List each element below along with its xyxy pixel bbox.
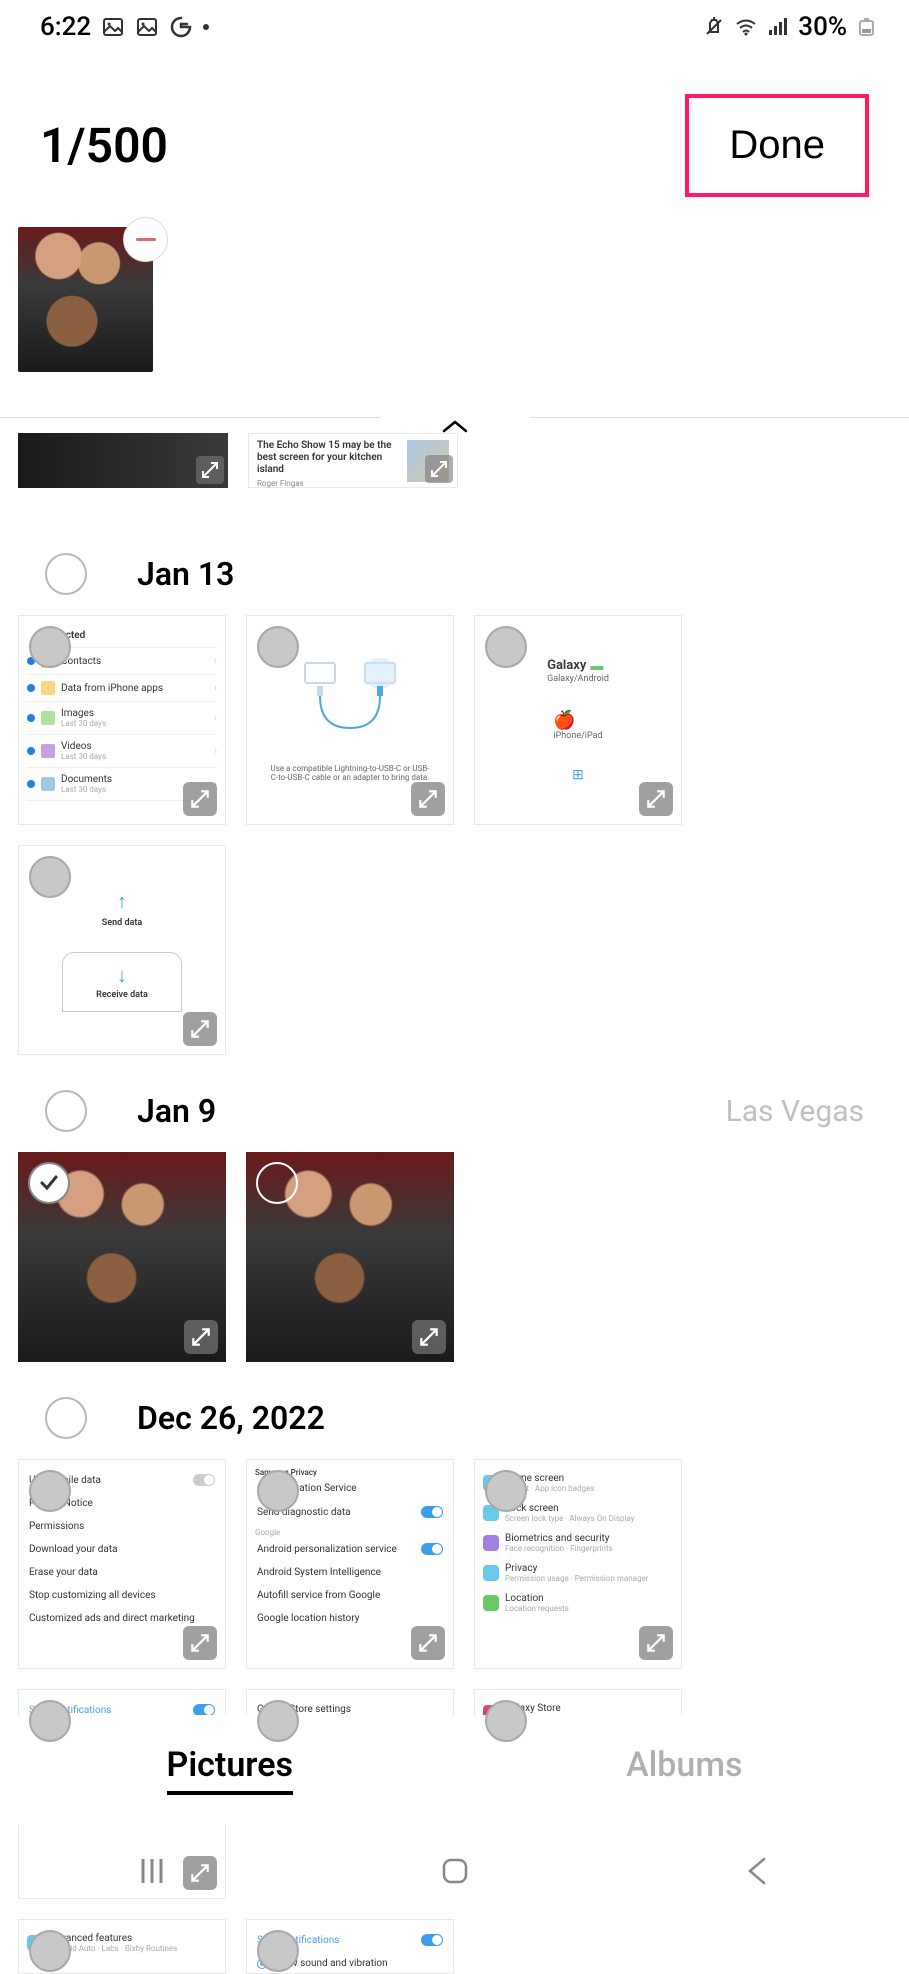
section-header: Dec 26, 2022 (0, 1362, 909, 1459)
cell-check[interactable] (485, 1470, 527, 1512)
grid-cell[interactable] (246, 1152, 454, 1362)
strip-row: The Echo Show 15 may be the best screen … (0, 418, 909, 518)
nav-back[interactable] (740, 1853, 776, 1893)
expand-icon[interactable] (411, 782, 445, 816)
cell-check[interactable] (485, 1700, 527, 1742)
bottom-tabs: Pictures Albums (0, 1715, 909, 1825)
grid-jan13: 5 selected Contacts› Data from iPhone ap… (0, 615, 909, 1055)
expand-icon[interactable] (411, 1626, 445, 1660)
select-all-check[interactable] (45, 553, 87, 595)
cell-check[interactable] (28, 1162, 70, 1204)
nav-bar (0, 1825, 909, 1920)
vibrate-icon (702, 15, 726, 39)
grid-cell[interactable] (18, 1152, 226, 1362)
section-location: Las Vegas (726, 1094, 864, 1129)
cell-check[interactable] (257, 626, 299, 668)
battery-icon (855, 15, 879, 39)
grid-cell[interactable]: Use mobile data Privacy Notice Permissio… (18, 1459, 226, 1669)
nav-recents[interactable] (134, 1853, 170, 1893)
article-author: Roger Fingas (257, 479, 399, 489)
selected-thumb[interactable] (18, 227, 153, 372)
grid-cell[interactable]: 5 selected Contacts› Data from iPhone ap… (18, 615, 226, 825)
grid-cell[interactable]: Advanced featuresAndroid Auto · Labs · B… (18, 1919, 226, 1974)
done-button[interactable]: Done (685, 94, 869, 197)
select-all-check[interactable] (45, 1397, 87, 1439)
cell-check[interactable] (257, 1700, 299, 1742)
expand-icon[interactable] (639, 1626, 673, 1660)
expand-icon[interactable] (183, 1626, 217, 1660)
cell-check[interactable] (257, 1930, 299, 1972)
status-bar: 6:22 30% (0, 0, 909, 54)
cell-check[interactable] (29, 1700, 71, 1742)
expand-icon[interactable] (425, 455, 453, 483)
status-dot (203, 24, 209, 30)
cell-check[interactable] (29, 1930, 71, 1972)
expand-icon[interactable] (639, 782, 673, 816)
grid-cell[interactable]: ↑Send data ↓Receive data (18, 845, 226, 1055)
selected-row (0, 227, 909, 372)
select-all-check[interactable] (45, 1090, 87, 1132)
expand-icon[interactable] (183, 1012, 217, 1046)
section-title: Jan 9 (137, 1092, 216, 1130)
cable-illustration (290, 658, 410, 738)
selection-count: 1/500 (40, 117, 168, 174)
grid-cell[interactable]: Galaxy▬Galaxy/Android 🍎iPhone/iPad ⊞ (474, 615, 682, 825)
header: 1/500 Done (0, 54, 909, 227)
nav-home[interactable] (437, 1853, 473, 1893)
cell-check[interactable] (29, 856, 71, 898)
divider (0, 417, 909, 418)
strip-thumb[interactable]: The Echo Show 15 may be the best screen … (248, 433, 458, 488)
expand-icon[interactable] (183, 782, 217, 816)
cell-check[interactable] (29, 626, 71, 668)
grid-cell[interactable]: Home screenLayout · App icon badges Lock… (474, 1459, 682, 1669)
strip-thumb[interactable] (18, 433, 228, 488)
status-left: 6:22 (40, 12, 209, 42)
wifi-icon (734, 15, 758, 39)
section-title: Jan 13 (137, 555, 234, 593)
grid-jan9 (0, 1152, 909, 1362)
section-header: Jan 9 Las Vegas (0, 1055, 909, 1152)
expand-icon[interactable] (184, 1320, 218, 1354)
photo-icon-2 (135, 15, 159, 39)
grid-cell[interactable]: Show notifications Allow sound and vibra… (246, 1919, 454, 1974)
photo-icon-1 (101, 15, 125, 39)
cell-check[interactable] (256, 1162, 298, 1204)
tab-pictures[interactable]: Pictures (167, 1745, 293, 1795)
grid-cell[interactable]: Use a compatible Lightning-to-USB-C or U… (246, 615, 454, 825)
cell-check[interactable] (29, 1470, 71, 1512)
cell-check[interactable] (485, 626, 527, 668)
section-title: Dec 26, 2022 (137, 1399, 325, 1437)
section-header: Jan 13 (0, 518, 909, 615)
status-time: 6:22 (40, 12, 91, 42)
cell-check[interactable] (257, 1470, 299, 1512)
remove-button[interactable] (123, 217, 168, 262)
grid-cell[interactable]: Samsung Privacy Customization Service Se… (246, 1459, 454, 1669)
expand-icon[interactable] (196, 456, 224, 484)
status-right: 30% (702, 12, 879, 42)
signal-icon (766, 15, 790, 39)
tab-albums[interactable]: Albums (626, 1745, 742, 1795)
battery-percent: 30% (798, 12, 847, 42)
google-icon (169, 15, 193, 39)
expand-icon[interactable] (412, 1320, 446, 1354)
checkmark-icon (38, 1172, 60, 1194)
article-title: The Echo Show 15 may be the best screen … (257, 440, 399, 489)
